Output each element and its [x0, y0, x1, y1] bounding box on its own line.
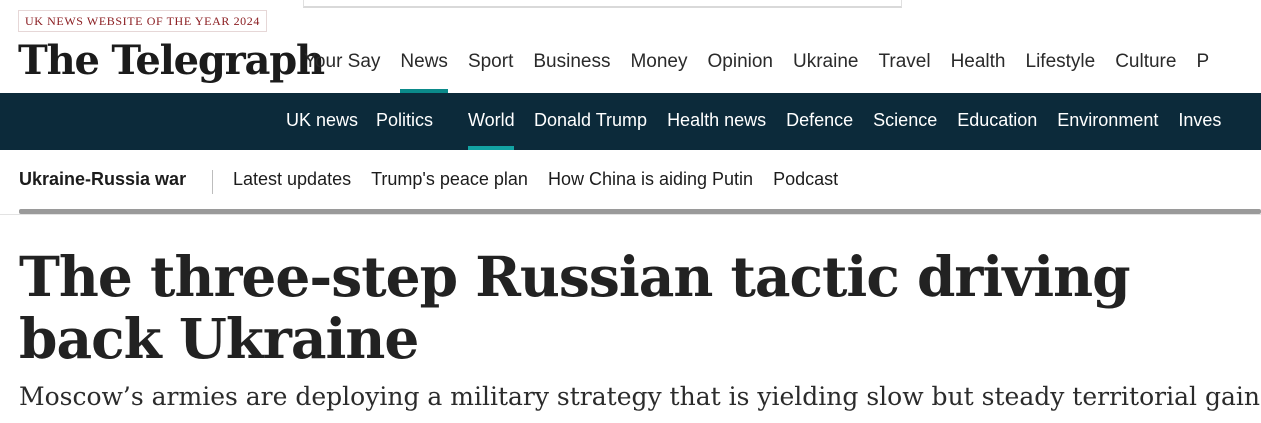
topic-link-latest-updates[interactable]: Latest updates [223, 169, 361, 190]
section-nav-bar: UK news Politics World Donald Trump Heal… [0, 93, 1261, 150]
topic-links: Latest updates Trump's peace plan How Ch… [223, 169, 848, 190]
primary-nav: Your Say News Sport Business Money Opini… [294, 38, 1219, 93]
article-headline: The three-step Russian tactic driving ba… [19, 244, 1131, 371]
section-nav-item-donald-trump[interactable]: Donald Trump [524, 93, 657, 150]
primary-nav-item-news[interactable]: News [390, 38, 458, 93]
primary-nav-item-ukraine[interactable]: Ukraine [783, 38, 868, 93]
section-nav-item-truncated[interactable]: Inves [1168, 93, 1231, 150]
section-nav-item-defence[interactable]: Defence [776, 93, 863, 150]
section-nav-item-education[interactable]: Education [947, 93, 1047, 150]
primary-nav-item-culture[interactable]: Culture [1105, 38, 1186, 93]
primary-nav-item-money[interactable]: Money [620, 38, 697, 93]
article-standfirst: Moscow’s armies are deploying a military… [19, 382, 1261, 411]
ad-slot-frame [303, 0, 902, 8]
masthead-logo[interactable]: The Telegraph [18, 36, 325, 86]
browser-top-strip [0, 0, 1261, 8]
topic-bottom-border [0, 214, 1261, 215]
section-nav-item-world[interactable]: World [458, 93, 524, 150]
primary-nav-item-travel[interactable]: Travel [868, 38, 940, 93]
topic-link-peace-plan[interactable]: Trump's peace plan [361, 169, 538, 190]
primary-nav-item-opinion[interactable]: Opinion [698, 38, 784, 93]
section-nav-item-environment[interactable]: Environment [1047, 93, 1168, 150]
section-nav-item-science[interactable]: Science [863, 93, 947, 150]
topic-divider [212, 170, 213, 194]
primary-nav-item-lifestyle[interactable]: Lifestyle [1016, 38, 1106, 93]
primary-nav-item-sport[interactable]: Sport [458, 38, 523, 93]
primary-nav-item-truncated[interactable]: P [1186, 38, 1219, 93]
primary-nav-item-your-say[interactable]: Your Say [294, 38, 390, 93]
topic-title-link[interactable]: Ukraine-Russia war [19, 169, 186, 190]
section-nav-item-politics[interactable]: Politics [366, 93, 458, 150]
section-nav: UK news Politics World Donald Trump Heal… [276, 93, 1231, 150]
award-badge: UK NEWS WEBSITE OF THE YEAR 2024 [18, 10, 267, 32]
topic-link-podcast[interactable]: Podcast [763, 169, 848, 190]
section-nav-item-uk-news[interactable]: UK news [276, 93, 366, 150]
topic-bar: Ukraine-Russia war Latest updates Trump'… [0, 150, 1261, 216]
section-nav-item-health-news[interactable]: Health news [657, 93, 776, 150]
topic-link-china-aiding-putin[interactable]: How China is aiding Putin [538, 169, 763, 190]
primary-nav-item-health[interactable]: Health [941, 38, 1016, 93]
primary-nav-item-business[interactable]: Business [523, 38, 620, 93]
